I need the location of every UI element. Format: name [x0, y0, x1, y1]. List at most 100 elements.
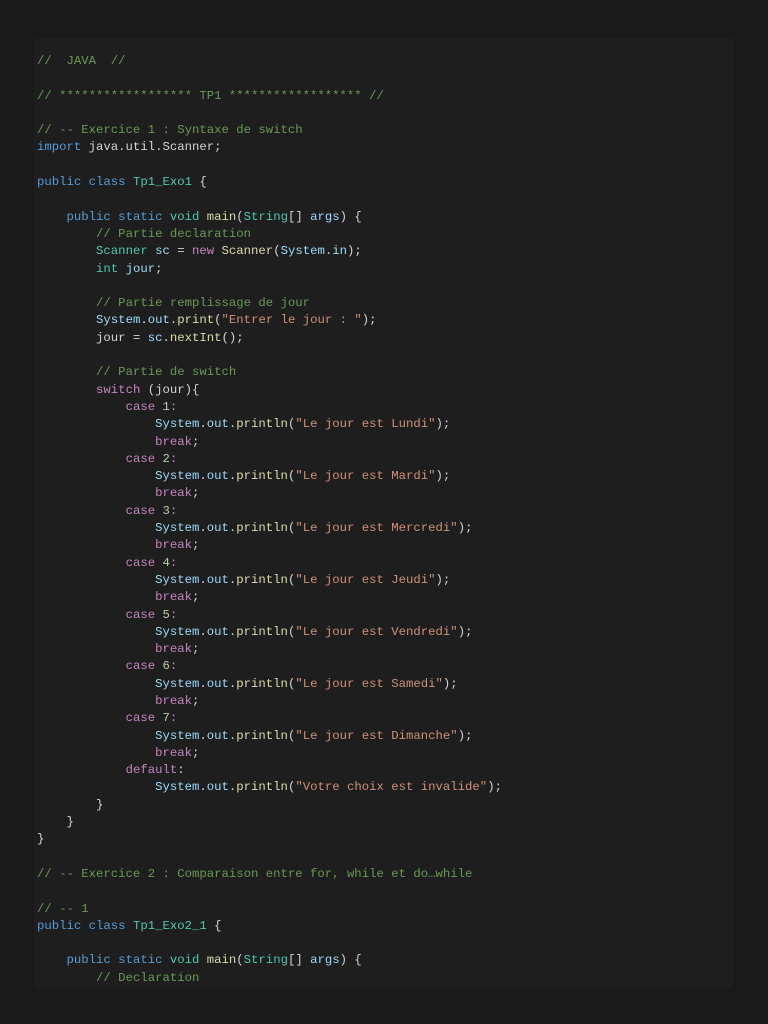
code-token: 2: [162, 451, 170, 466]
code-line: // Partie de switch: [37, 364, 733, 381]
code-token: .: [199, 780, 207, 795]
code-token: out: [206, 469, 229, 484]
code-token: String: [243, 209, 288, 224]
code-token: .: [199, 521, 207, 536]
code-line: break;: [37, 434, 733, 451]
code-token: // ****************** TP1 **************…: [37, 88, 384, 103]
code-token: println: [236, 624, 288, 639]
code-token: break: [155, 642, 192, 657]
code-line: case 2:: [37, 451, 733, 468]
code-token: "Le jour est Lundi": [295, 417, 436, 432]
code-line: System.out.println("Le jour est Mardi");: [37, 468, 733, 485]
code-token: // -- 1: [37, 901, 89, 916]
code-token: );: [435, 417, 451, 432]
code-token: // Declaration: [96, 970, 200, 985]
code-token: sc: [155, 244, 170, 259]
code-token: println: [236, 676, 288, 691]
code-token: System: [155, 728, 200, 743]
code-token: .: [199, 728, 207, 743]
code-token: sc: [147, 330, 163, 345]
code-token: System: [155, 624, 200, 639]
code-line: System.out.println("Le jour est Samedi")…: [37, 676, 733, 693]
code-token: System: [155, 469, 200, 484]
code-token: (jour){: [140, 382, 200, 397]
code-line: public static void main(String[] args) {: [37, 952, 733, 969]
code-token: .: [199, 469, 207, 484]
code-token: case: [125, 607, 163, 622]
code-token: "Le jour est Samedi": [295, 676, 443, 691]
code-token: :: [169, 503, 178, 518]
code-line: break;: [37, 745, 733, 762]
code-token: }: [37, 832, 45, 847]
code-token: 3: [162, 503, 170, 518]
code-token: out: [206, 624, 229, 639]
code-token: :: [169, 399, 178, 414]
code-line: case 7:: [37, 710, 733, 727]
code-token: Tp1_Exo2_1: [132, 918, 207, 933]
code-editor[interactable]: // JAVA // // ****************** TP1 ****…: [34, 38, 733, 988]
code-token: out: [206, 780, 229, 795]
code-token: System: [155, 417, 200, 432]
code-line: System.out.println("Le jour est Lundi");: [37, 416, 733, 433]
code-token: Scanner: [221, 244, 274, 259]
code-token: ;: [155, 261, 163, 276]
code-token: import: [37, 140, 82, 155]
code-token: println: [236, 572, 288, 587]
code-token: );: [457, 624, 473, 639]
code-token: print: [177, 313, 215, 328]
code-line: System.out.print("Entrer le jour : ");: [37, 312, 733, 329]
code-line: }: [37, 797, 733, 814]
code-token: System: [155, 572, 200, 587]
code-line: case 6:: [37, 658, 733, 675]
code-token: // -- Exercice 1 : Syntaxe de switch: [37, 123, 303, 138]
code-token: (: [214, 313, 222, 328]
code-token: .: [199, 624, 207, 639]
code-token: :: [169, 659, 178, 674]
code-token: case: [125, 555, 163, 570]
code-line: int jour;: [37, 261, 733, 278]
code-token: System: [155, 676, 200, 691]
code-token: case: [125, 659, 163, 674]
code-line: case 5:: [37, 607, 733, 624]
code-token: public static: [66, 953, 170, 968]
code-line: // ****************** TP1 **************…: [37, 88, 733, 105]
code-token: ();: [221, 330, 244, 345]
code-token: ;: [191, 745, 200, 760]
code-token: case: [125, 451, 163, 466]
code-token: println: [236, 521, 288, 536]
code-token: println: [236, 469, 288, 484]
code-token: );: [361, 313, 377, 328]
code-line: break;: [37, 537, 733, 554]
code-token: 1: [162, 399, 170, 414]
code-token: // Partie remplissage de jour: [96, 296, 311, 311]
code-token: "Le jour est Mercredi": [295, 521, 458, 536]
code-token: 4: [162, 555, 170, 570]
code-token: out: [206, 417, 229, 432]
code-token: case: [125, 503, 163, 518]
code-token: System: [155, 780, 200, 795]
code-token: out: [206, 676, 229, 691]
code-token: Scanner: [96, 244, 156, 259]
code-token: args: [310, 209, 340, 224]
